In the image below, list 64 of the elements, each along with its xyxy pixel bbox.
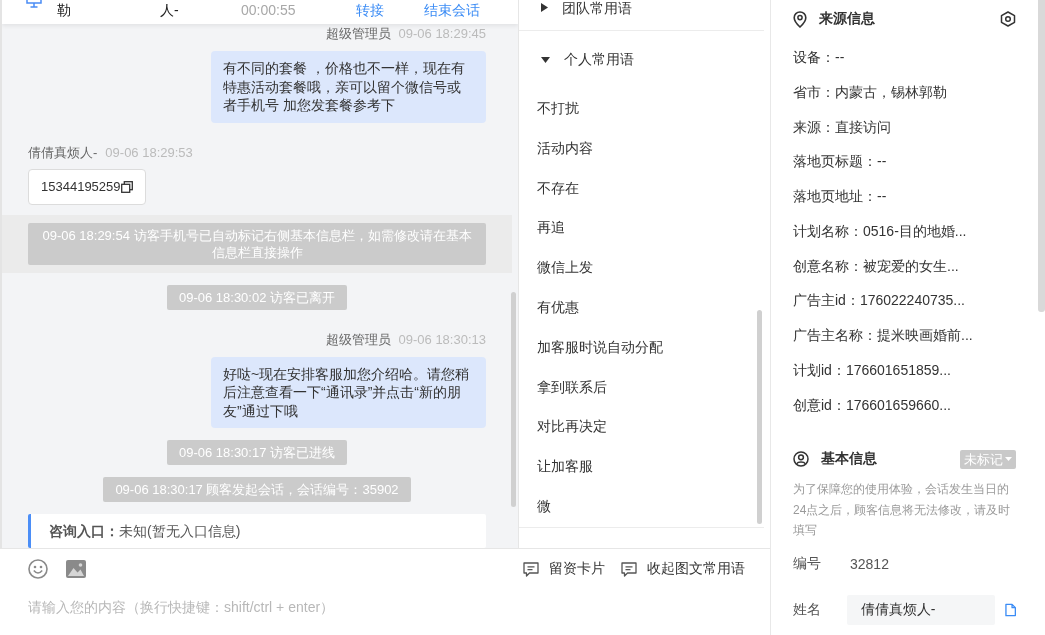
- scrollbar[interactable]: [1038, 0, 1045, 312]
- phrase-item[interactable]: 有优惠: [519, 288, 579, 328]
- image-icon[interactable]: [66, 560, 86, 578]
- toolbar-button[interactable]: 收起图文常用语: [621, 560, 745, 578]
- phrase-item[interactable]: 不存在: [519, 168, 579, 209]
- message-bubble: 好哒~现在安排客服加您介绍哈。请您稍后注意查看一下“通讯录”并点击“新的朋友”通过下哦: [211, 356, 486, 428]
- info-row-text: 设备：--: [793, 48, 845, 67]
- info-row-text: 落地页地址：--: [793, 187, 887, 206]
- phrase-item[interactable]: 微信上发: [519, 248, 593, 288]
- chat-bubble-icon: [523, 561, 539, 577]
- phrase-item[interactable]: 拿到联系后: [519, 367, 607, 408]
- info-row-text: 广告主id：176022240735...: [793, 291, 965, 311]
- phrase-item[interactable]: 加客服时说自动分配: [519, 327, 663, 368]
- group-header[interactable]: 团队常用语: [519, 0, 632, 30]
- section-title: 基本信息: [821, 450, 877, 469]
- phrase-item[interactable]: 让加客服: [519, 447, 593, 487]
- header-text: 勒: [57, 1, 71, 20]
- phone-number: 15344195259: [41, 179, 121, 194]
- phrase-item[interactable]: 对比再决定: [519, 407, 607, 448]
- field-label: 姓名: [793, 600, 822, 619]
- info-row-text: 广告主名称：提米映画婚前...: [793, 326, 973, 345]
- action-link[interactable]: 结束会话: [424, 0, 480, 20]
- group-title: 个人常用语: [564, 51, 634, 69]
- field-label: 编号: [793, 554, 822, 573]
- info-row-text: 省市：内蒙古，锡林郭勒: [793, 82, 947, 102]
- sender-name: 超级管理员: [325, 26, 391, 42]
- message-bubble: 有不同的套餐 ，价格也不一样，现在有特惠活动套餐哦，亲可以留个微信号或者手机号 加您发套餐参考下: [211, 51, 486, 123]
- scrollbar[interactable]: [757, 310, 762, 524]
- session-duration: 00:00:55: [241, 1, 296, 20]
- text-input[interactable]: 倩倩真烦人-: [846, 594, 995, 625]
- document-icon[interactable]: [1004, 602, 1016, 617]
- entry-text: 咨询入口：未知(暂无入口信息): [49, 522, 242, 540]
- caret-icon: [1005, 457, 1012, 462]
- copy-icon[interactable]: [120, 180, 133, 193]
- sender-name: 超级管理员: [325, 331, 391, 348]
- group-title: 团队常用语: [562, 0, 632, 18]
- user-icon: [793, 451, 809, 468]
- settings-icon[interactable]: [1000, 11, 1016, 27]
- phrase-item[interactable]: 微: [519, 486, 551, 527]
- smiley-icon[interactable]: [28, 559, 48, 579]
- message-time: 09-06 18:29:53: [105, 144, 193, 161]
- info-row-text: 来源：直接访问: [793, 117, 891, 137]
- message-time: 09-06 18:30:13: [398, 331, 486, 348]
- info-row-text: 创意id：176601659660...: [793, 395, 951, 415]
- info-row-text: 计划id：176601651859...: [793, 360, 951, 380]
- group-header[interactable]: 个人常用语: [519, 45, 634, 75]
- message-time: 09-06 18:29:45: [398, 26, 486, 42]
- field-value: 32812: [850, 555, 889, 572]
- sender-name: 倩倩真烦人-: [28, 144, 98, 161]
- phrase-item[interactable]: 不打扰: [519, 89, 579, 129]
- action-link[interactable]: 转接: [356, 0, 384, 20]
- info-row-text: 创意名称：被宠爱的女生...: [793, 256, 959, 276]
- notice-text: 为了保障您的使用体验，会话发生当日的24点之后，顾客信息将无法修改，请及时填写: [793, 481, 1012, 540]
- header-text: 人-: [160, 1, 179, 20]
- scrollbar[interactable]: [511, 292, 516, 507]
- toolbar-button[interactable]: 留资卡片: [523, 560, 605, 578]
- location-pin-icon: [793, 10, 807, 28]
- chat-bubble-icon: [621, 561, 637, 577]
- section-title: 来源信息: [819, 10, 875, 28]
- info-row-text: 落地页标题：--: [793, 152, 887, 172]
- info-row-text: 计划名称：0516-目的地婚...: [793, 221, 967, 241]
- phrase-item[interactable]: 再追: [519, 208, 565, 249]
- monitor-icon: [26, 0, 42, 8]
- phrase-item[interactable]: 活动内容: [519, 128, 593, 169]
